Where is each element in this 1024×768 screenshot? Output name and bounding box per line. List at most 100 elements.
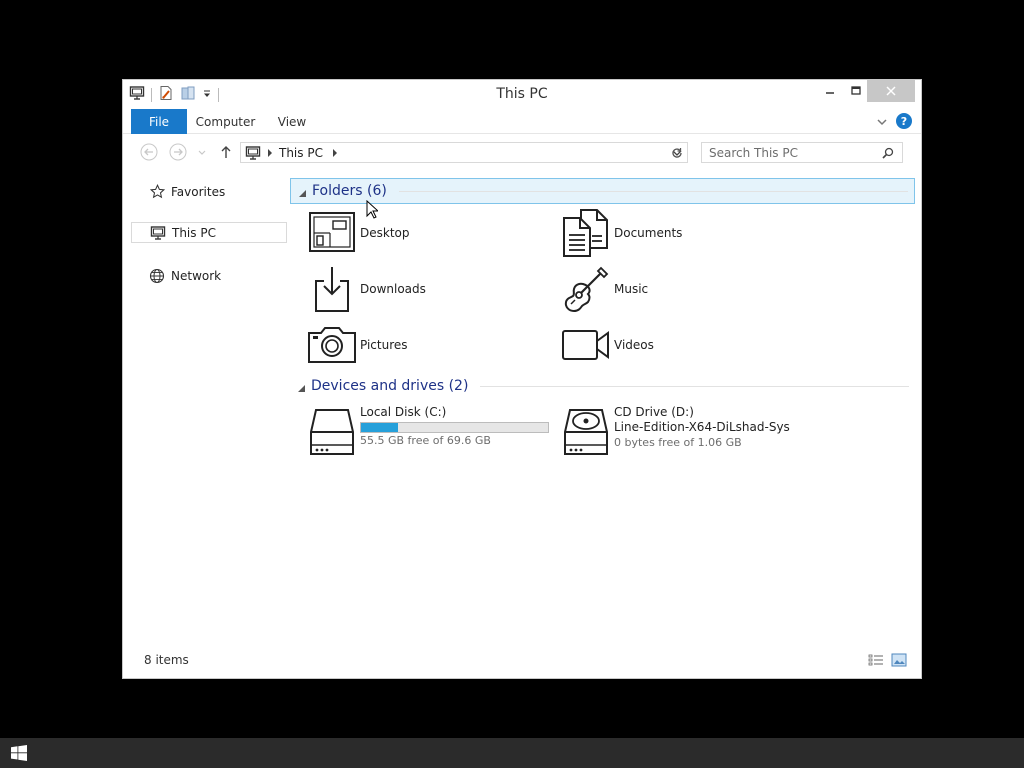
- tile-label: Desktop: [360, 226, 410, 240]
- forward-button[interactable]: [169, 143, 187, 161]
- collapse-triangle-icon: [299, 182, 306, 201]
- music-folder-icon: [560, 263, 612, 315]
- explorer-window: This PC File Computer View ? This PC Sea…: [122, 79, 922, 679]
- tile-label: Documents: [614, 226, 683, 240]
- search-box[interactable]: [701, 142, 903, 163]
- drive-name: Local Disk (C:): [360, 405, 447, 419]
- forward-arrow-icon: [169, 143, 187, 161]
- large-icons-view-icon: [891, 653, 907, 667]
- usage-bar-fill: [361, 423, 399, 432]
- recent-locations-button[interactable]: [197, 143, 207, 161]
- tab-view[interactable]: View: [270, 109, 314, 134]
- usage-bar: [360, 422, 549, 433]
- pictures-folder-icon: [306, 319, 358, 371]
- tab-file[interactable]: File: [131, 109, 187, 134]
- documents-folder-icon: [560, 207, 612, 259]
- tile-label: Pictures: [360, 338, 408, 352]
- divider: [480, 385, 909, 387]
- chevron-down-icon: [877, 119, 887, 126]
- computer-icon: [150, 225, 166, 241]
- folder-pictures[interactable]: Pictures: [306, 319, 556, 371]
- star-icon: [149, 184, 165, 200]
- windows-logo-icon: [11, 745, 27, 761]
- group-header-devices[interactable]: Devices and drives (2): [290, 373, 915, 399]
- divider: [398, 190, 908, 192]
- sidebar-item-label: This PC: [172, 225, 216, 240]
- group-title: Devices and drives (2): [311, 378, 469, 394]
- folder-desktop[interactable]: Desktop: [306, 207, 556, 259]
- drive-local-disk-c[interactable]: Local Disk (C:) 55.5 GB free of 69.6 GB: [306, 404, 556, 460]
- details-view-button[interactable]: [868, 652, 884, 666]
- navigation-pane: Favorites This PC Network: [131, 175, 291, 645]
- videos-folder-icon: [560, 319, 612, 371]
- tab-computer[interactable]: Computer: [193, 109, 258, 134]
- maximize-button[interactable]: [843, 80, 869, 102]
- address-bar[interactable]: This PC: [240, 142, 688, 163]
- refresh-button[interactable]: [666, 142, 688, 163]
- up-button[interactable]: [217, 143, 235, 161]
- drive-info: CD Drive (D:) Line-Edition-X64-DiLshad-S…: [614, 404, 790, 460]
- breadcrumb-separator-icon[interactable]: [332, 148, 338, 157]
- back-arrow-icon: [140, 143, 158, 161]
- refresh-icon: [671, 147, 682, 158]
- folder-downloads[interactable]: Downloads: [306, 263, 556, 315]
- customize-toolbar-icon[interactable]: [202, 85, 212, 105]
- drive-info: Local Disk (C:) 55.5 GB free of 69.6 GB: [360, 404, 549, 460]
- tile-label: Videos: [614, 338, 654, 352]
- back-button[interactable]: [140, 143, 158, 161]
- close-button[interactable]: [867, 80, 915, 102]
- group-header-folders[interactable]: Folders (6): [290, 178, 915, 204]
- expand-ribbon-button[interactable]: [875, 114, 889, 128]
- status-bar: 8 items: [123, 650, 921, 670]
- search-input[interactable]: [709, 145, 879, 160]
- quick-access-toolbar: [129, 85, 219, 105]
- drive-cd-drive-d[interactable]: CD Drive (D:) Line-Edition-X64-DiLshad-S…: [560, 404, 810, 460]
- network-icon: [149, 268, 165, 284]
- tile-label: Downloads: [360, 282, 426, 296]
- folder-documents[interactable]: Documents: [560, 207, 810, 259]
- maximize-icon: [851, 86, 861, 95]
- drive-volume-label: Line-Edition-X64-DiLshad-Sys: [614, 420, 790, 434]
- search-icon[interactable]: [882, 147, 894, 159]
- navigation-bar: This PC: [123, 135, 921, 169]
- file-view: Folders (6) Desktop Documents Downloads: [290, 177, 915, 647]
- toolbar-separator: [218, 88, 219, 102]
- close-icon: [886, 86, 896, 96]
- sidebar-item-this-pc[interactable]: This PC: [131, 222, 287, 243]
- toolbar-separator: [151, 88, 152, 102]
- desktop-folder-icon: [306, 207, 358, 259]
- up-arrow-icon: [221, 146, 231, 158]
- item-count: 8 items: [144, 653, 189, 667]
- chevron-down-icon: [198, 150, 206, 155]
- title-bar[interactable]: This PC: [123, 80, 921, 109]
- sidebar-item-favorites[interactable]: Favorites: [131, 181, 287, 202]
- taskbar: [0, 738, 1024, 768]
- window-title: This PC: [496, 86, 548, 102]
- drive-free-space: 55.5 GB free of 69.6 GB: [360, 434, 491, 447]
- details-view-icon: [868, 654, 883, 666]
- start-button[interactable]: [8, 744, 30, 762]
- folder-music[interactable]: Music: [560, 263, 810, 315]
- ribbon: File Computer View ?: [123, 109, 921, 134]
- downloads-folder-icon: [306, 263, 358, 315]
- drive-name: CD Drive (D:): [614, 405, 694, 419]
- computer-icon[interactable]: [129, 85, 145, 105]
- sidebar-item-network[interactable]: Network: [131, 265, 287, 286]
- properties-icon[interactable]: [158, 85, 174, 105]
- minimize-icon: [826, 92, 834, 94]
- collapse-triangle-icon: [298, 377, 305, 396]
- minimize-button[interactable]: [817, 80, 843, 102]
- breadcrumb-separator-icon[interactable]: [267, 148, 273, 157]
- sidebar-item-label: Network: [171, 268, 222, 283]
- sidebar-item-label: Favorites: [171, 184, 226, 199]
- new-folder-icon[interactable]: [180, 85, 196, 105]
- group-title: Folders (6): [312, 183, 387, 199]
- large-icons-view-button[interactable]: [891, 652, 907, 667]
- folder-videos[interactable]: Videos: [560, 319, 810, 371]
- help-button[interactable]: ?: [896, 113, 912, 129]
- computer-icon: [245, 145, 261, 161]
- cd-drive-icon: [560, 404, 612, 460]
- breadcrumb-this-pc[interactable]: This PC: [279, 146, 323, 160]
- drive-free-space: 0 bytes free of 1.06 GB: [614, 436, 742, 449]
- tile-label: Music: [614, 282, 649, 296]
